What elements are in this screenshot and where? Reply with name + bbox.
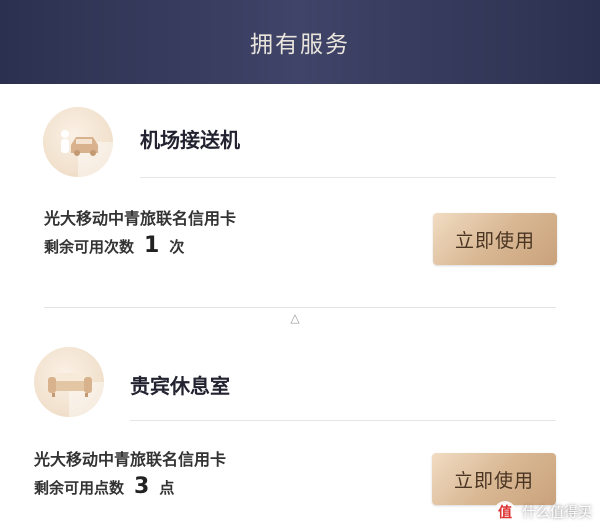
- remaining-label: 剩余可用次数: [44, 238, 135, 256]
- divider: [140, 177, 556, 178]
- use-now-button[interactable]: 立即使用: [432, 453, 556, 505]
- header-bar: 拥有服务: [0, 0, 600, 84]
- watermark-logo-icon: 值: [494, 501, 516, 523]
- service-title: 贵宾休息室: [130, 374, 230, 398]
- remaining-unit: 点: [159, 479, 175, 497]
- card-name: 光大移动中青旅联名信用卡: [44, 209, 237, 228]
- watermark: 值 什么值得买: [494, 501, 592, 523]
- section-divider: [44, 307, 556, 308]
- sofa-icon: [34, 347, 104, 417]
- use-now-button[interactable]: 立即使用: [433, 213, 557, 265]
- card-name: 光大移动中青旅联名信用卡: [34, 450, 227, 469]
- collapse-toggle-icon[interactable]: △: [286, 311, 304, 325]
- remaining-value: 1: [144, 233, 160, 258]
- watermark-text: 什么值得买: [522, 505, 592, 521]
- car-person-icon: [43, 107, 113, 177]
- remaining-count: 剩余可用次数 1 次: [44, 233, 184, 258]
- remaining-label: 剩余可用点数: [34, 479, 125, 497]
- page-title: 拥有服务: [250, 32, 350, 58]
- remaining-value: 3: [134, 474, 150, 499]
- remaining-unit: 次: [169, 238, 185, 256]
- service-title: 机场接送机: [140, 128, 240, 152]
- divider: [130, 420, 556, 421]
- remaining-count: 剩余可用点数 3 点: [34, 474, 174, 499]
